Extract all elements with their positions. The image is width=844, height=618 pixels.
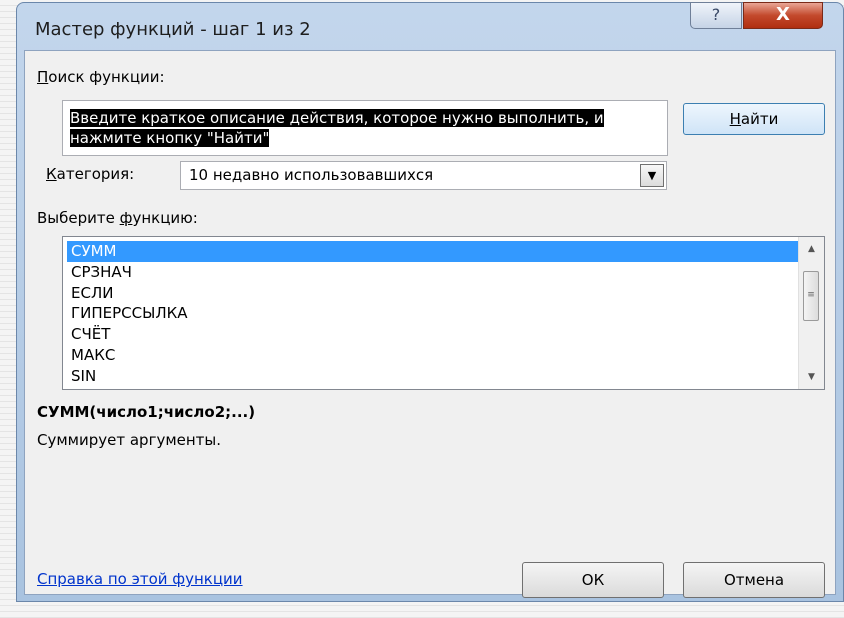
cancel-button[interactable]: Отмена xyxy=(683,562,825,598)
search-label-accelerator: П xyxy=(37,68,49,86)
search-input[interactable]: Введите краткое описание действия, котор… xyxy=(62,100,668,156)
category-value: 10 недавно использовавшихся xyxy=(189,166,434,184)
function-list[interactable]: СУММ СРЗНАЧ ЕСЛИ ГИПЕРССЫЛКА СЧЁТ МАКС S… xyxy=(62,236,825,390)
close-button[interactable]: X xyxy=(743,2,823,29)
category-label-text: атегория: xyxy=(56,165,135,183)
arrow-up-icon[interactable]: ▲ xyxy=(799,239,824,259)
dialog-title: Мастер функций - шаг 1 из 2 xyxy=(35,19,311,40)
function-wizard-dialog: Мастер функций - шаг 1 из 2 ? X Поиск фу… xyxy=(16,2,844,602)
scrollbar-thumb[interactable]: ≡ xyxy=(803,271,819,321)
function-item-schet[interactable]: СЧЁТ xyxy=(67,324,800,345)
find-button[interactable]: Найти xyxy=(683,103,825,135)
search-label: Поиск функции: xyxy=(37,68,165,86)
category-label: Категория: xyxy=(46,165,134,183)
search-input-text: Введите краткое описание действия, котор… xyxy=(70,108,610,148)
find-button-accelerator: Н xyxy=(729,110,741,128)
function-item-hyperlink[interactable]: ГИПЕРССЫЛКА xyxy=(67,303,800,324)
help-button[interactable]: ? xyxy=(690,2,742,29)
function-item-esli[interactable]: ЕСЛИ xyxy=(67,283,800,304)
category-label-accelerator: К xyxy=(46,165,57,183)
search-input-value: Введите краткое описание действия, котор… xyxy=(70,109,604,147)
function-item-srznach[interactable]: СРЗНАЧ xyxy=(67,262,800,283)
function-item-maks[interactable]: МАКС xyxy=(67,345,800,366)
function-description: Суммирует аргументы. xyxy=(37,431,222,449)
functions-label: Выберите функцию: xyxy=(37,209,198,227)
find-button-label: айти xyxy=(740,110,779,128)
title-bar[interactable]: Мастер функций - шаг 1 из 2 ? X xyxy=(17,2,843,51)
dialog-body: Поиск функции: Введите краткое описание … xyxy=(24,50,836,598)
ok-button[interactable]: ОК xyxy=(522,562,664,598)
function-item-summ[interactable]: СУММ xyxy=(67,241,800,262)
category-select[interactable]: 10 недавно использовавшихся ▼ xyxy=(180,161,667,190)
function-help-link[interactable]: Справка по этой функции xyxy=(37,570,243,588)
function-list-items: СУММ СРЗНАЧ ЕСЛИ ГИПЕРССЫЛКА СЧЁТ МАКС S… xyxy=(67,241,800,387)
functions-label-text: ункцию: xyxy=(132,209,198,227)
functions-label-pre: Выберите xyxy=(37,209,120,227)
functions-label-accelerator: ф xyxy=(119,209,133,227)
arrow-down-icon[interactable]: ▼ xyxy=(799,367,824,387)
chevron-down-icon[interactable]: ▼ xyxy=(640,164,664,187)
function-item-sin[interactable]: SIN xyxy=(67,366,800,387)
function-list-scrollbar[interactable]: ▲ ≡ ▼ xyxy=(798,237,824,389)
function-signature: СУММ(число1;число2;...) xyxy=(37,403,256,421)
search-label-text: оиск функции: xyxy=(48,68,165,86)
